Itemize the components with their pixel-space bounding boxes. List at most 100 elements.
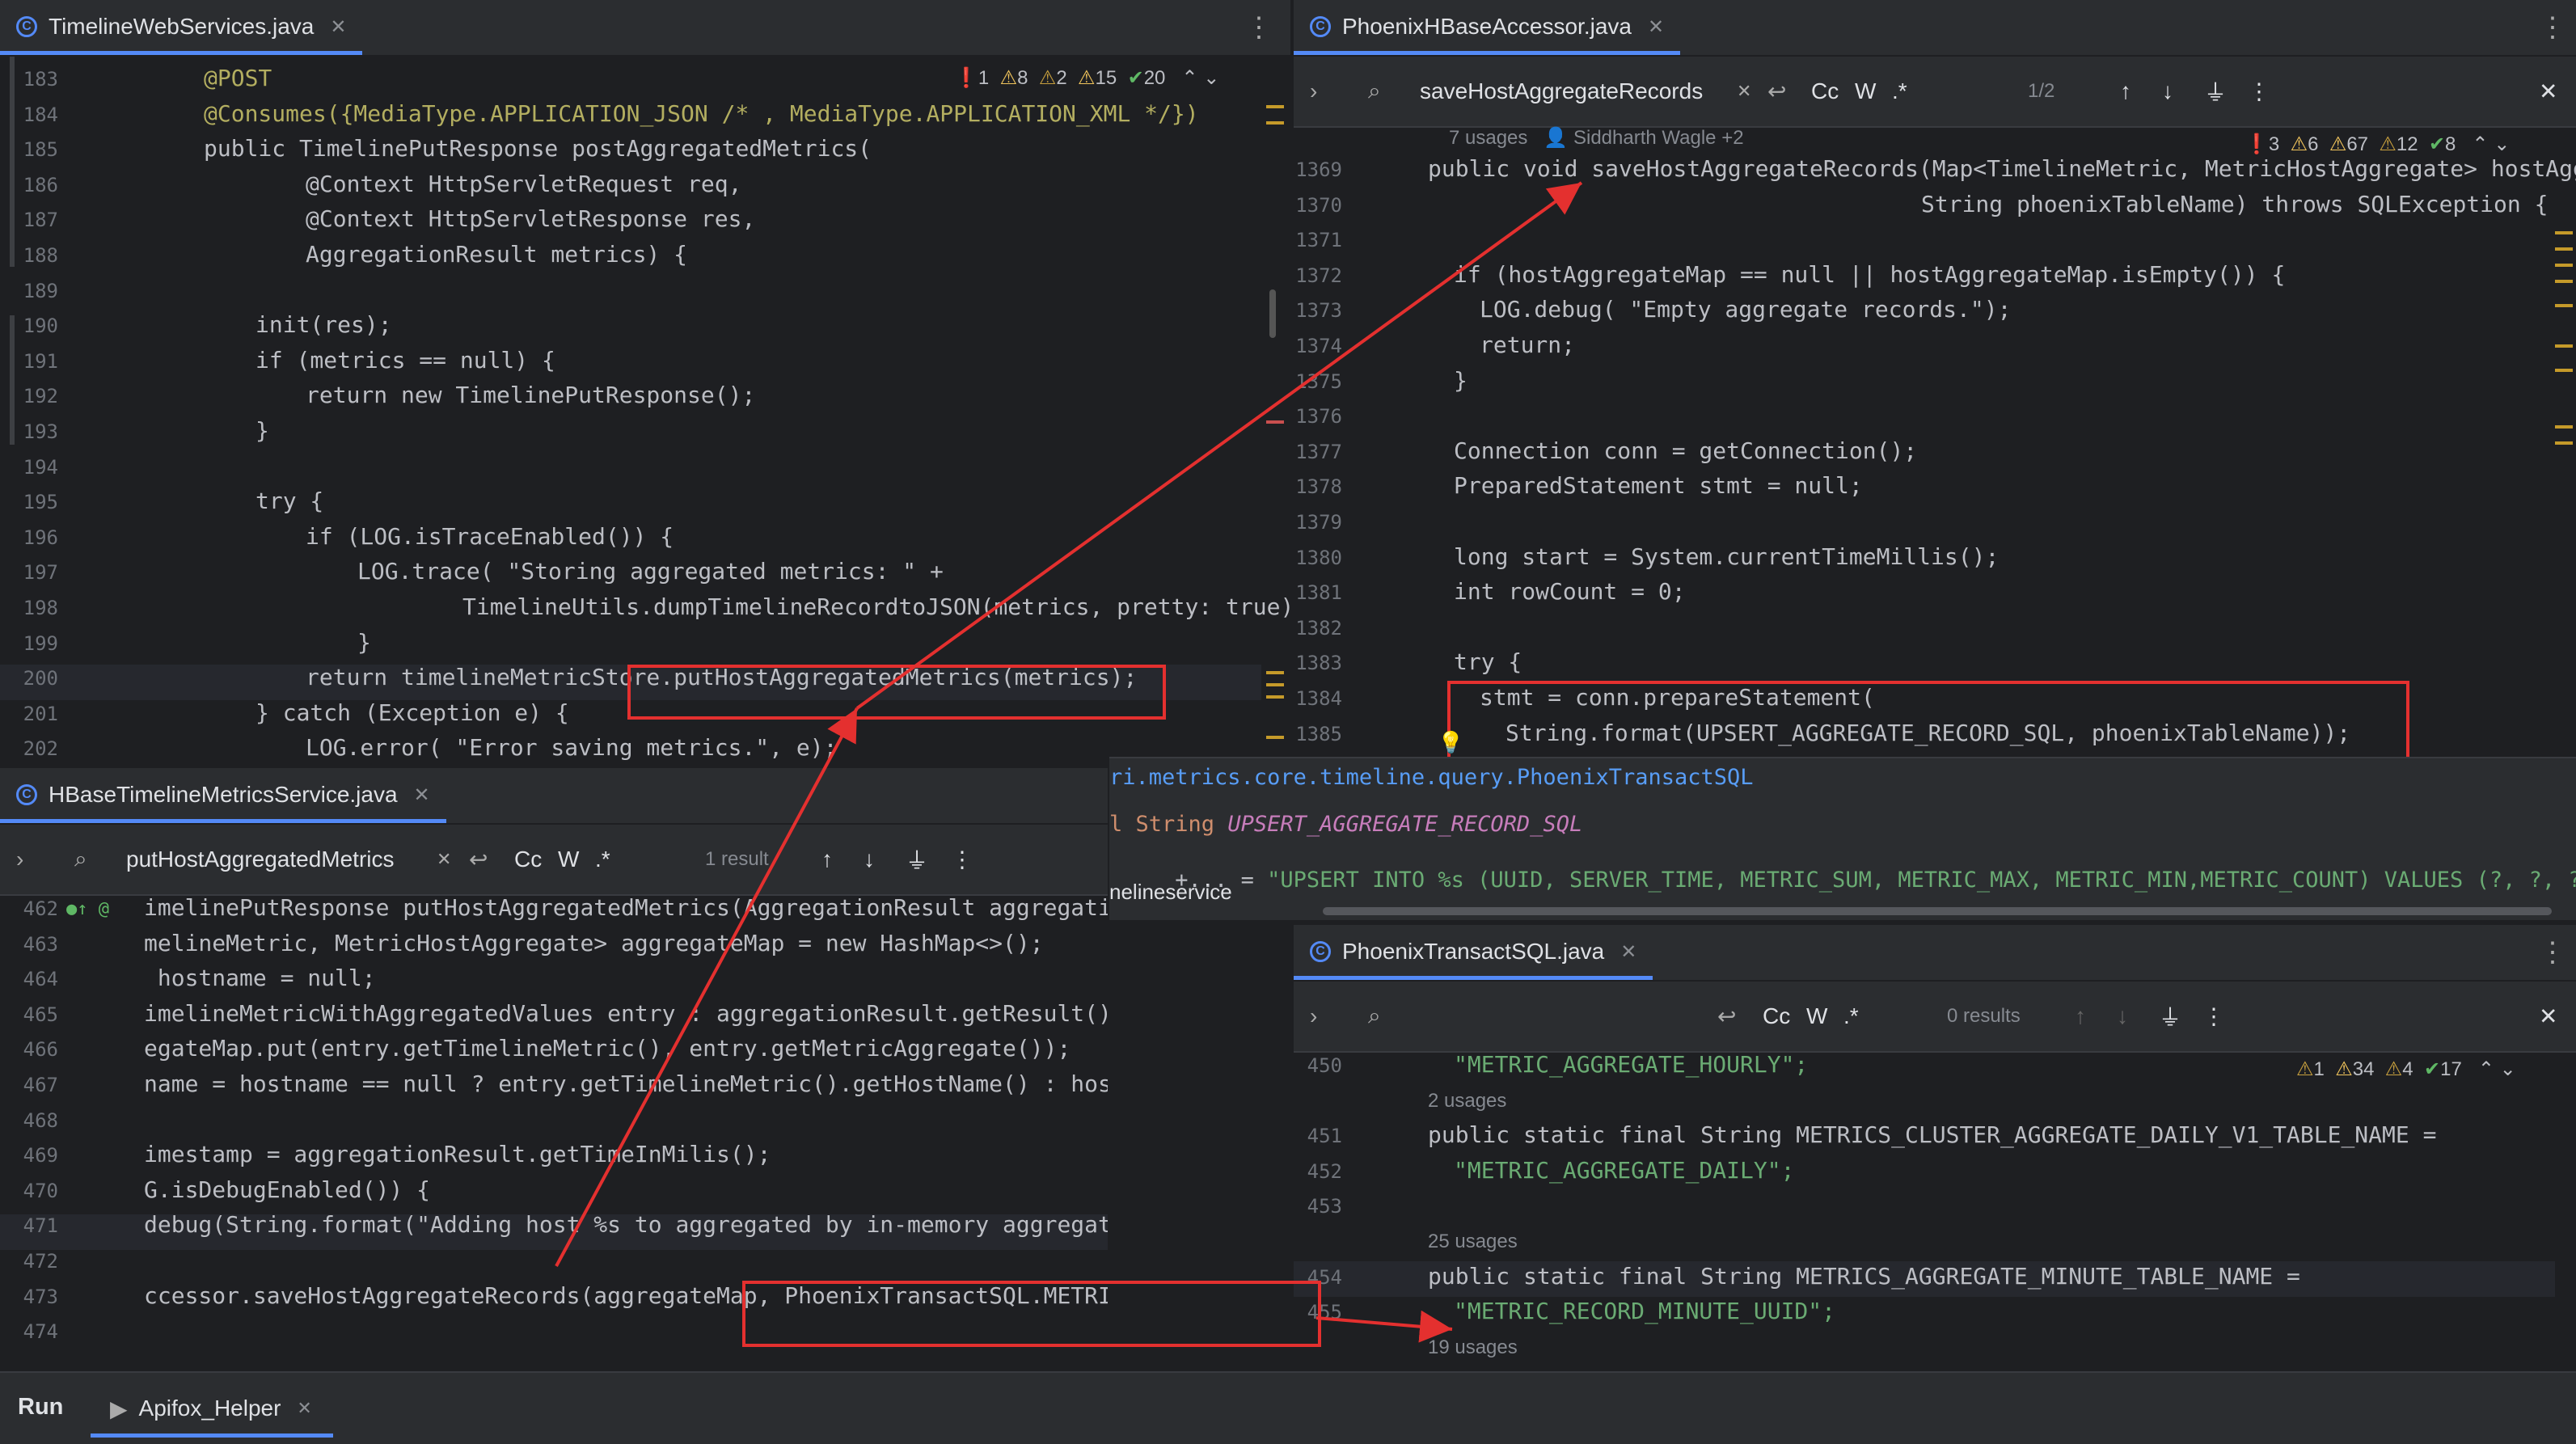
match-case-toggle[interactable]: Cc [1763, 1003, 1790, 1029]
code-line[interactable]: "METRIC_RECORD_MINUTE_UUID"; [1454, 1298, 1835, 1324]
code-line[interactable]: TimelineUtils.dumpTimelineRecordtoJSON(m… [462, 593, 1290, 620]
filter-icon[interactable]: ⏚ [906, 843, 928, 876]
code-line[interactable]: if (LOG.isTraceEnabled()) { [306, 523, 674, 550]
code-area-bottom-right[interactable]: ⚠1 ⚠34 ⚠4 ✔17 ⌃ ⌄ 450 "METRIC_AGGREGATE_H… [1294, 1051, 2576, 1373]
code-line[interactable]: public void saveHostAggregateRecords(Map… [1428, 155, 2576, 182]
code-line[interactable]: long start = System.currentTimeMillis(); [1454, 543, 1999, 570]
bulb-icon[interactable]: 💡 [1438, 731, 1463, 755]
history-icon[interactable]: ↩ [1767, 78, 1786, 105]
more-options-icon[interactable]: ⋮ [2539, 11, 2566, 44]
inspection-widget[interactable]: ⚠1 ⚠34 ⚠4 ✔17 ⌃ ⌄ [2296, 1058, 2516, 1081]
close-icon[interactable]: ✕ [414, 783, 430, 807]
more-options-icon[interactable]: ⋮ [2539, 936, 2566, 969]
tab-hbasetimelinemetricsservice[interactable]: C HBaseTimelineMetricsService.java ✕ [0, 768, 446, 823]
regex-toggle[interactable]: .* [595, 847, 610, 872]
close-icon[interactable]: ✕ [297, 1398, 311, 1419]
code-line[interactable]: } [357, 629, 371, 656]
next-match-icon[interactable]: ↓ [864, 847, 875, 872]
code-line[interactable]: if (metrics == null) { [255, 347, 555, 374]
match-case-toggle[interactable]: Cc [1811, 78, 1839, 104]
search-input[interactable]: saveHostAggregateRecords [1420, 78, 1703, 104]
usages-hint[interactable]: 2 usages [1428, 1090, 1506, 1113]
close-icon[interactable]: ✕ [330, 15, 346, 39]
quick-doc-popup[interactable]: ri.metrics.core.timeline.query.PhoenixTr… [1109, 757, 2576, 920]
code-line[interactable]: "METRIC_AGGREGATE_DAILY"; [1454, 1157, 1794, 1184]
inspection-widget[interactable]: ❗1 ⚠8 ⚠2 ⚠15 ✔20 ⌃ ⌄ [954, 66, 1219, 90]
expand-icon[interactable]: › [1310, 78, 1317, 104]
tab-phoenixtransactsql[interactable]: C PhoenixTransactSQL.java ✕ [1294, 925, 1653, 980]
code-line[interactable]: name = hostname == null ? entry.getTimel… [144, 1070, 1108, 1097]
code-line[interactable]: melineMetric, MetricHostAggregate> aggre… [144, 930, 1044, 956]
clear-icon[interactable]: ✕ [1737, 81, 1751, 102]
code-line[interactable]: imelineMetricWithAggregatedValues entry … [144, 1000, 1108, 1027]
run-label[interactable]: Run [18, 1394, 63, 1421]
more-icon[interactable]: ⋮ [2248, 78, 2270, 105]
code-area-top-left[interactable]: ❗1 ⚠8 ⚠2 ⚠15 ✔20 ⌃ ⌄ 183 @POST 184 @Consume… [0, 57, 1290, 766]
close-find-icon[interactable]: ✕ [2539, 78, 2557, 105]
code-line[interactable]: int rowCount = 0; [1454, 578, 1686, 605]
filter-icon[interactable]: ⏚ [2204, 75, 2227, 108]
code-line[interactable]: LOG.trace( "Storing aggregated metrics: … [357, 558, 944, 585]
next-match-icon[interactable]: ↓ [2162, 78, 2173, 104]
close-icon[interactable]: ✕ [1648, 15, 1664, 39]
code-line[interactable]: @POST [204, 65, 272, 91]
clear-icon[interactable]: ✕ [437, 849, 451, 870]
code-line[interactable]: @Consumes({MediaType.APPLICATION_JSON /*… [204, 100, 1199, 127]
usages-hint[interactable]: 19 usages [1428, 1336, 1518, 1359]
code-line[interactable]: public static final String METRICS_AGGRE… [1428, 1263, 2300, 1290]
close-find-icon[interactable]: ✕ [2539, 1003, 2557, 1030]
gutter-marker-icon[interactable]: ●↑ @ [66, 899, 109, 919]
code-line[interactable]: LOG.error( "Error saving metrics.", e); [306, 734, 837, 761]
code-line[interactable]: AggregationResult metrics) { [306, 241, 687, 268]
regex-toggle[interactable]: .* [1843, 1003, 1859, 1029]
code-line[interactable]: PreparedStatement stmt = null; [1454, 472, 1863, 499]
code-line[interactable]: imelinePutResponse putHostAggregatedMetr… [144, 894, 1108, 921]
code-line[interactable]: return; [1480, 331, 1575, 358]
more-icon[interactable]: ⋮ [2202, 1003, 2225, 1030]
popup-scrollbar[interactable] [1323, 907, 2552, 915]
code-line[interactable]: String phoenixTableName) throws SQLExcep… [1921, 191, 2548, 217]
code-line[interactable]: init(res); [255, 311, 392, 338]
whole-word-toggle[interactable]: W [558, 847, 579, 872]
tab-timelinewebservices[interactable]: C TimelineWebServices.java ✕ [0, 0, 363, 55]
code-line[interactable]: imestamp = aggregationResult.getTimeInMi… [144, 1141, 771, 1167]
expand-icon[interactable]: › [1310, 1003, 1317, 1029]
regex-toggle[interactable]: .* [1892, 78, 1907, 104]
more-options-icon[interactable]: ⋮ [1245, 11, 1273, 44]
code-line[interactable]: } [1454, 367, 1467, 394]
whole-word-toggle[interactable]: W [1855, 78, 1876, 104]
code-line[interactable]: egateMap.put(entry.getTimelineMetric(), … [144, 1035, 1071, 1062]
search-input[interactable]: putHostAggregatedMetrics [126, 847, 395, 872]
code-line[interactable]: try { [255, 488, 323, 514]
next-match-icon[interactable]: ↓ [2117, 1003, 2128, 1029]
code-line[interactable]: G.isDebugEnabled()) { [144, 1176, 430, 1203]
popup-package[interactable]: ri.metrics.core.timeline.query.PhoenixTr… [1109, 765, 1754, 790]
usages-hint[interactable]: 25 usages [1428, 1231, 1518, 1253]
close-icon[interactable]: ✕ [1620, 940, 1636, 964]
code-line[interactable]: } [255, 417, 269, 444]
inspection-widget[interactable]: ❗3 ⚠6 ⚠67 ⚠12 ✔8 ⌃ ⌄ [2244, 133, 2510, 156]
code-line[interactable]: if (hostAggregateMap == null || hostAggr… [1454, 261, 2285, 288]
prev-match-icon[interactable]: ↑ [2075, 1003, 2086, 1029]
history-icon[interactable]: ↩ [1717, 1003, 1736, 1030]
code-line[interactable]: hostname = null; [144, 965, 376, 991]
history-icon[interactable]: ↩ [469, 847, 488, 873]
tab-phoenixhbaseaccessor[interactable]: C PhoenixHBaseAccessor.java ✕ [1294, 0, 1681, 55]
match-case-toggle[interactable]: Cc [514, 847, 542, 872]
code-line[interactable]: LOG.debug( "Empty aggregate records."); [1480, 296, 2011, 323]
code-line[interactable]: return new TimelinePutResponse(); [306, 382, 755, 408]
filter-icon[interactable]: ⏚ [2159, 1000, 2181, 1032]
code-line[interactable]: public TimelinePutResponse postAggregate… [204, 135, 872, 162]
code-line[interactable]: } catch (Exception e) { [255, 699, 569, 726]
code-line[interactable]: "METRIC_AGGREGATE_HOURLY"; [1454, 1051, 1808, 1078]
code-line[interactable]: @Context HttpServletRequest req, [306, 171, 741, 197]
code-line[interactable]: public static final String METRICS_CLUST… [1428, 1121, 2436, 1148]
code-line[interactable]: try { [1454, 648, 1522, 675]
run-tab-apifox[interactable]: ▶ Apifox_Helper ✕ [110, 1389, 312, 1428]
expand-icon[interactable]: › [16, 847, 23, 872]
whole-word-toggle[interactable]: W [1806, 1003, 1827, 1029]
code-line[interactable]: Connection conn = getConnection(); [1454, 437, 1917, 464]
prev-match-icon[interactable]: ↑ [821, 847, 833, 872]
code-line[interactable]: @Context HttpServletResponse res, [306, 205, 755, 232]
prev-match-icon[interactable]: ↑ [2120, 78, 2131, 104]
